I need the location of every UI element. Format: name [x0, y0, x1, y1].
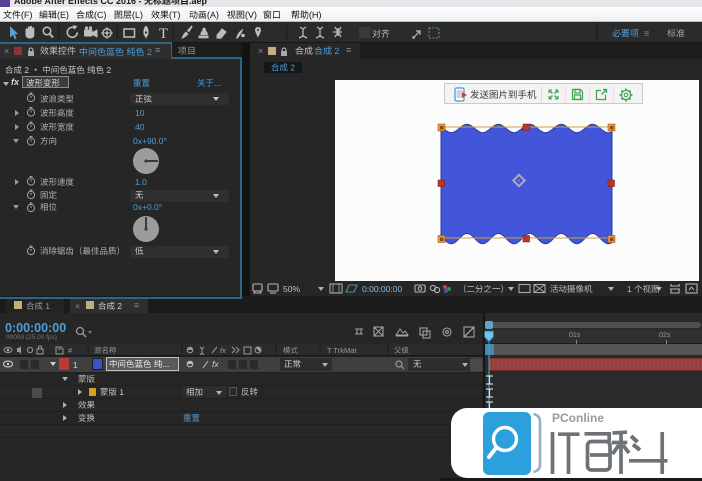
svg-text:活动摄像机: 活动摄像机: [550, 284, 593, 294]
svg-text:fx: fx: [220, 346, 226, 355]
svg-text:源名称: 源名称: [94, 345, 117, 355]
svg-text:（二分之一）: （二分之一）: [458, 284, 509, 294]
svg-text:T TrkMat: T TrkMat: [327, 346, 357, 355]
svg-text:≡: ≡: [644, 29, 649, 39]
svg-text:T: T: [159, 26, 168, 42]
svg-text:必要项: 必要项: [612, 28, 639, 39]
svg-text:模式: 模式: [283, 345, 298, 355]
svg-text:标准: 标准: [667, 28, 685, 39]
svg-text:对齐: 对齐: [372, 28, 390, 39]
svg-text:#: #: [68, 346, 73, 355]
svg-text:0:00:00:00: 0:00:00:00: [362, 284, 402, 294]
svg-text:50%: 50%: [283, 284, 300, 294]
svg-text:父级: 父级: [394, 345, 409, 355]
svg-text:1 个视图: 1 个视图: [627, 284, 660, 294]
